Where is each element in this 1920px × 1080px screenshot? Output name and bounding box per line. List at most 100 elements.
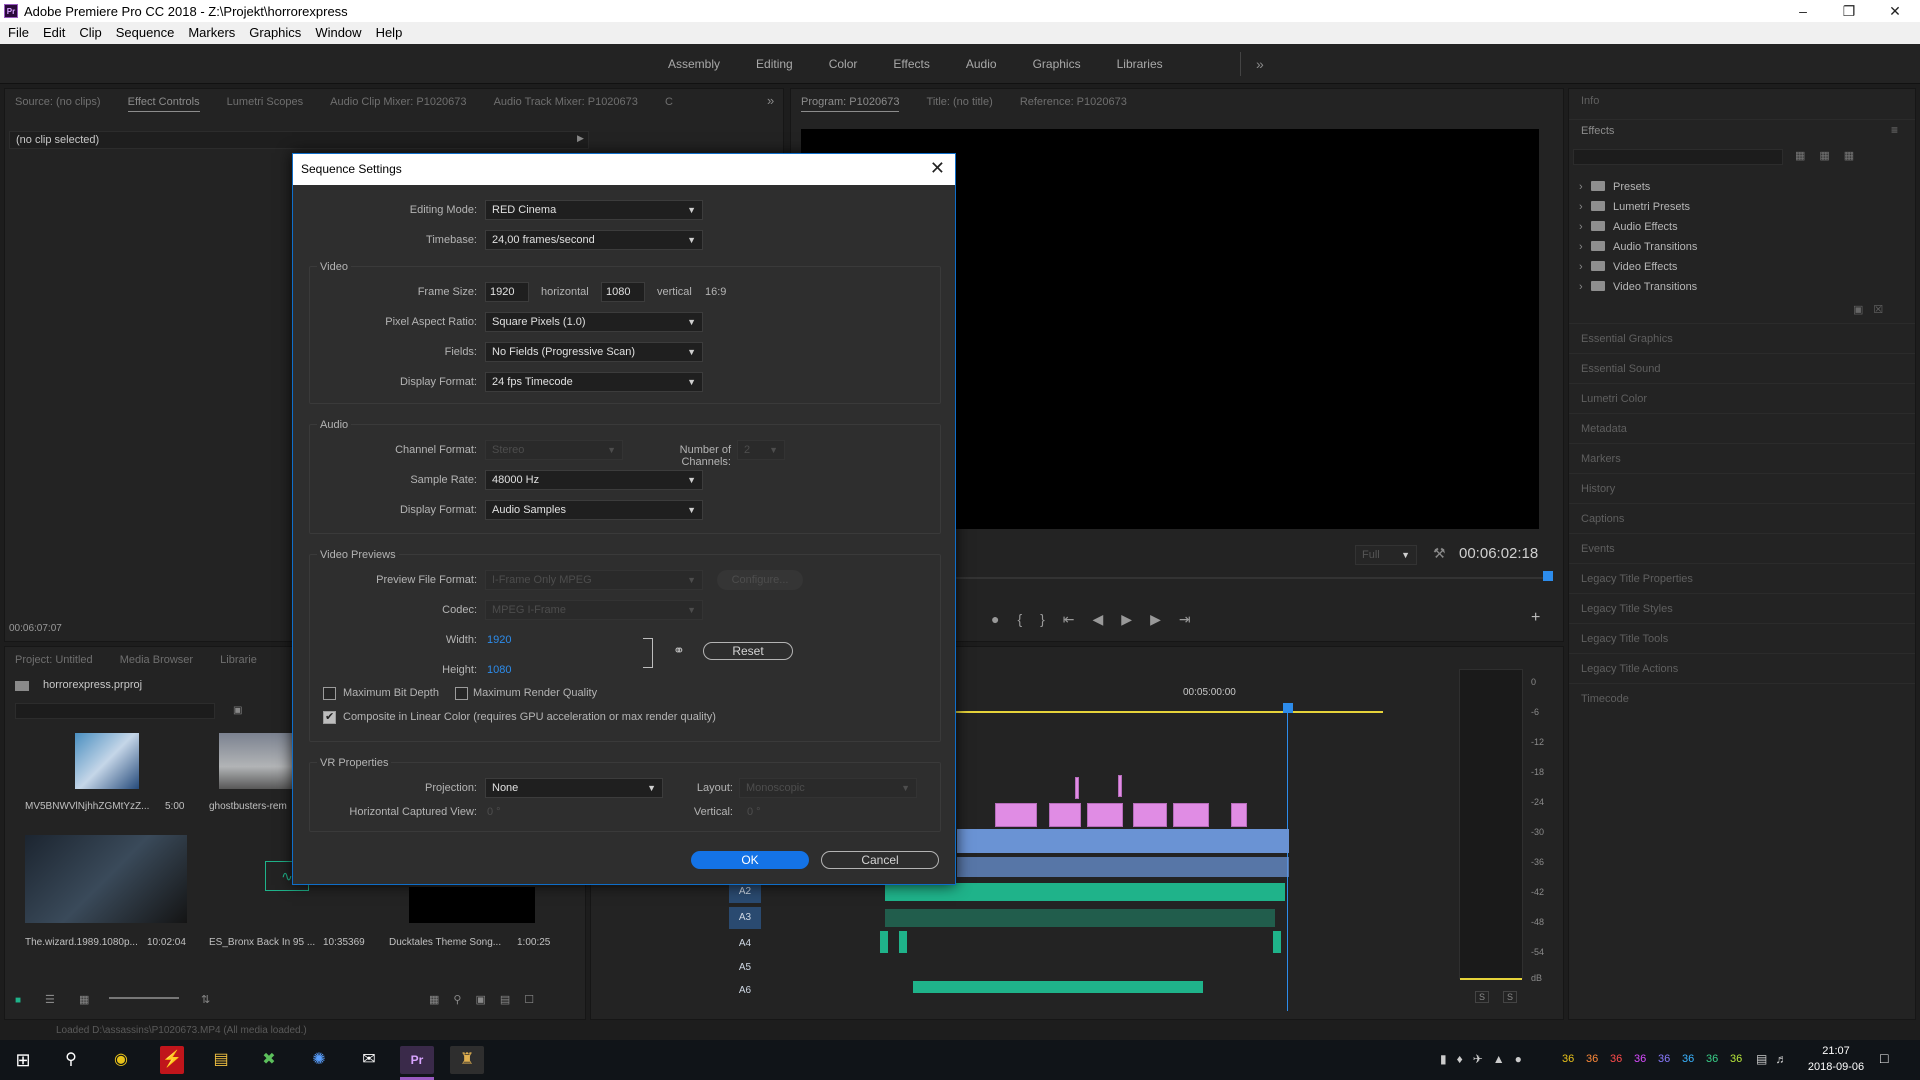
workspace-editing[interactable]: Editing bbox=[738, 44, 811, 84]
tab-effect-controls[interactable]: Effect Controls bbox=[127, 96, 200, 112]
panel-essential-sound[interactable]: Essential Sound bbox=[1569, 353, 1915, 383]
tab-audio-track-mixer[interactable]: Audio Track Mixer: P1020673 bbox=[494, 96, 638, 108]
sample-rate-select[interactable]: 48000 Hz ▼ bbox=[485, 470, 703, 490]
track-a5-label[interactable]: A5 bbox=[729, 957, 761, 979]
track-a6-label[interactable]: A6 bbox=[729, 981, 761, 1001]
max-render-quality-checkbox[interactable] bbox=[455, 687, 468, 700]
frame-width-input[interactable]: 1920 bbox=[485, 282, 529, 302]
video-clip[interactable] bbox=[1075, 777, 1079, 799]
menu-file[interactable]: File bbox=[1, 22, 36, 44]
game-taskbar-icon[interactable]: ♜ bbox=[450, 1046, 484, 1074]
panel-legacy-title-tools[interactable]: Legacy Title Tools bbox=[1569, 623, 1915, 653]
effects-search-input[interactable] bbox=[1573, 149, 1783, 165]
panel-essential-graphics[interactable]: Essential Graphics bbox=[1569, 323, 1915, 353]
audio-clip-a1[interactable] bbox=[957, 829, 1289, 853]
project-search-input[interactable] bbox=[15, 703, 215, 719]
dialog-close-icon[interactable]: ✕ bbox=[930, 158, 945, 179]
effects-panel-title[interactable]: Effects bbox=[1581, 125, 1614, 137]
track-a4-label[interactable]: A4 bbox=[729, 933, 761, 955]
minimize-icon[interactable]: – bbox=[1780, 0, 1826, 22]
more-workspaces-icon[interactable]: » bbox=[1256, 56, 1264, 72]
effects-folder-audio-transitions[interactable]: › Audio Transitions bbox=[1569, 237, 1915, 257]
project-toolbar-icons[interactable]: ▦⚲▣▤☐ bbox=[429, 993, 548, 1006]
sort-icon[interactable]: ⇅ bbox=[201, 993, 210, 1006]
workspace-graphics[interactable]: Graphics bbox=[1015, 44, 1099, 84]
play-arrow-icon[interactable]: ▶ bbox=[577, 133, 584, 144]
cancel-button[interactable]: Cancel bbox=[821, 851, 939, 869]
preview-height-value[interactable]: 1080 bbox=[487, 664, 511, 676]
ok-button[interactable]: OK bbox=[691, 851, 809, 869]
projection-select[interactable]: None ▼ bbox=[485, 778, 663, 798]
solo-right-button[interactable]: S bbox=[1503, 991, 1518, 1003]
audio-clip[interactable] bbox=[885, 909, 1275, 927]
restore-icon[interactable]: ❐ bbox=[1826, 0, 1872, 22]
new-bin-icon[interactable]: ▣☒ bbox=[1853, 303, 1893, 316]
workspace-assembly[interactable]: Assembly bbox=[650, 44, 738, 84]
lock-icon[interactable]: ■ bbox=[15, 995, 21, 1006]
file-explorer-icon[interactable]: ▤ bbox=[204, 1046, 238, 1074]
audio-clip[interactable] bbox=[885, 883, 1285, 901]
video-clip[interactable] bbox=[1133, 803, 1167, 827]
chrome-icon[interactable]: ◉ bbox=[104, 1046, 138, 1074]
preview-width-value[interactable]: 1920 bbox=[487, 634, 511, 646]
app-icon[interactable]: ✺ bbox=[302, 1046, 336, 1074]
video-clip[interactable] bbox=[1231, 803, 1247, 827]
panel-timecode[interactable]: Timecode bbox=[1569, 683, 1915, 713]
fields-select[interactable]: No Fields (Progressive Scan) ▼ bbox=[485, 342, 703, 362]
windows-start-icon[interactable]: ⊞ bbox=[6, 1046, 40, 1074]
tab-media-browser[interactable]: Media Browser bbox=[120, 654, 193, 666]
clip-thumbnail-2[interactable] bbox=[219, 733, 295, 789]
chain-link-icon[interactable]: ⚭ bbox=[673, 642, 685, 659]
reset-button[interactable]: Reset bbox=[703, 642, 793, 660]
menu-window[interactable]: Window bbox=[308, 22, 368, 44]
audio-clip-a1[interactable] bbox=[957, 857, 1289, 877]
frame-height-input[interactable]: 1080 bbox=[601, 282, 645, 302]
effects-filter-icons[interactable]: ▦▦▦ bbox=[1795, 149, 1868, 162]
clock-date[interactable]: 2018-09-06 bbox=[1798, 1061, 1874, 1073]
tab-title[interactable]: Title: (no title) bbox=[927, 96, 993, 108]
search-icon[interactable]: ⚲ bbox=[54, 1046, 88, 1074]
tab-source[interactable]: Source: (no clips) bbox=[15, 96, 101, 108]
video-clip[interactable] bbox=[1173, 803, 1209, 827]
panel-lumetri-color[interactable]: Lumetri Color bbox=[1569, 383, 1915, 413]
tab-reference[interactable]: Reference: P1020673 bbox=[1020, 96, 1127, 108]
tab-lumetri-scopes[interactable]: Lumetri Scopes bbox=[227, 96, 303, 108]
xbox-icon[interactable]: ✖ bbox=[252, 1046, 286, 1074]
effects-folder-lumetri-presets[interactable]: › Lumetri Presets bbox=[1569, 197, 1915, 217]
panel-events[interactable]: Events bbox=[1569, 533, 1915, 563]
close-icon[interactable]: ✕ bbox=[1872, 0, 1918, 22]
effects-folder-presets[interactable]: › Presets bbox=[1569, 177, 1915, 197]
video-clip[interactable] bbox=[1118, 775, 1122, 797]
video-clip[interactable] bbox=[995, 803, 1037, 827]
notification-icon[interactable]: □ bbox=[1880, 1050, 1888, 1066]
icon-view-icon[interactable]: ▦ bbox=[79, 993, 89, 1006]
flash-icon[interactable]: ⚡ bbox=[160, 1046, 184, 1074]
tab-audio-clip-mixer[interactable]: Audio Clip Mixer: P1020673 bbox=[330, 96, 466, 108]
premiere-taskbar-icon[interactable]: Pr bbox=[400, 1046, 434, 1074]
info-panel-title[interactable]: Info bbox=[1581, 95, 1599, 107]
add-button-icon[interactable]: + bbox=[1531, 609, 1540, 627]
track-a3-label[interactable]: A3 bbox=[729, 907, 761, 929]
menu-graphics[interactable]: Graphics bbox=[242, 22, 308, 44]
video-display-format-select[interactable]: 24 fps Timecode ▼ bbox=[485, 372, 703, 392]
transport-controls[interactable]: ●{}⇤◀▶▶⇥ bbox=[991, 611, 1209, 628]
zoom-slider[interactable] bbox=[109, 997, 179, 999]
panel-metadata[interactable]: Metadata bbox=[1569, 413, 1915, 443]
mail-icon[interactable]: ✉ bbox=[352, 1046, 386, 1074]
panel-legacy-title-properties[interactable]: Legacy Title Properties bbox=[1569, 563, 1915, 593]
menu-help[interactable]: Help bbox=[369, 22, 410, 44]
tab-more[interactable]: C bbox=[665, 96, 673, 108]
clock-time[interactable]: 21:07 bbox=[1806, 1045, 1866, 1057]
panel-legacy-title-actions[interactable]: Legacy Title Actions bbox=[1569, 653, 1915, 683]
panel-history[interactable]: History bbox=[1569, 473, 1915, 503]
editing-mode-select[interactable]: RED Cinema ▼ bbox=[485, 200, 703, 220]
workspace-color[interactable]: Color bbox=[811, 44, 876, 84]
menu-clip[interactable]: Clip bbox=[72, 22, 108, 44]
solo-left-button[interactable]: S bbox=[1475, 991, 1490, 1003]
tab-program[interactable]: Program: P1020673 bbox=[801, 96, 900, 112]
workspace-effects[interactable]: Effects bbox=[875, 44, 947, 84]
audio-clip[interactable] bbox=[899, 931, 907, 953]
menu-markers[interactable]: Markers bbox=[181, 22, 242, 44]
clip-thumbnail-5[interactable] bbox=[409, 887, 535, 923]
audio-display-format-select[interactable]: Audio Samples ▼ bbox=[485, 500, 703, 520]
